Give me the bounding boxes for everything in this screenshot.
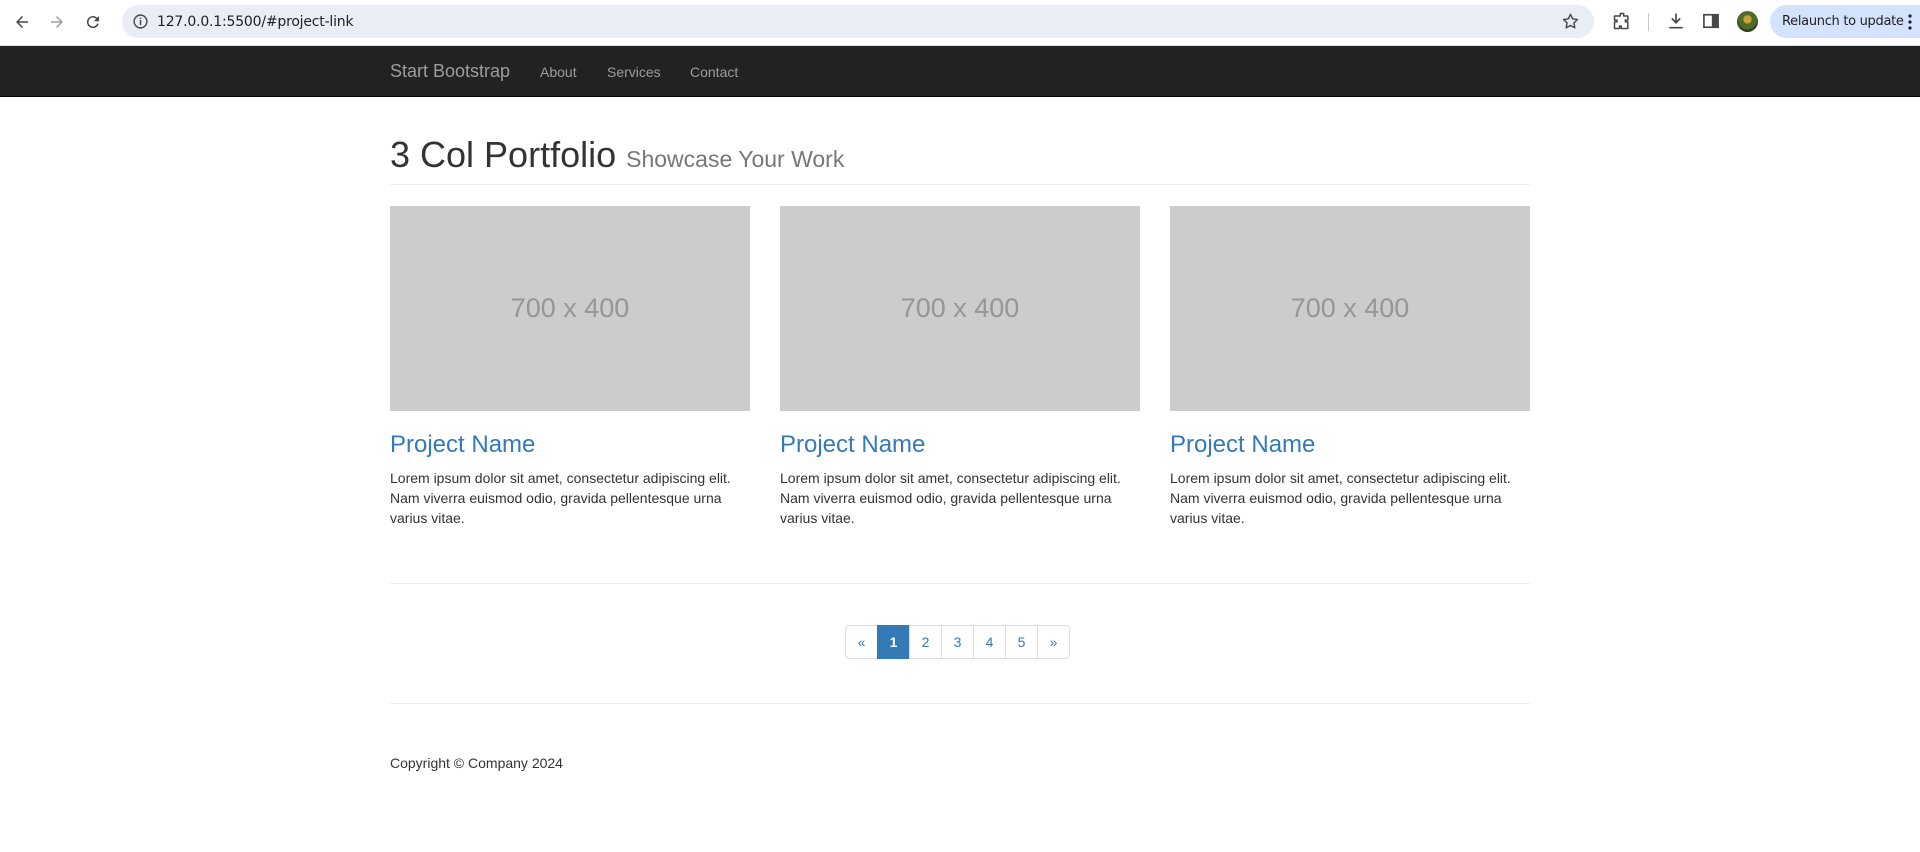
site-info-icon[interactable] (132, 13, 149, 30)
project-card: 700 x 400 Project Name Lorem ipsum dolor… (780, 206, 1140, 528)
section-divider (390, 583, 1530, 584)
pagination-prev[interactable]: « (845, 625, 878, 659)
navbar-brand[interactable]: Start Bootstrap (390, 61, 510, 82)
pagination-page-1[interactable]: 1 (877, 625, 910, 659)
project-description: Lorem ipsum dolor sit amet, consectetur … (390, 470, 731, 526)
project-image[interactable]: 700 x 400 (780, 206, 1140, 411)
address-bar[interactable]: 127.0.0.1:5500/#project-link (122, 5, 1594, 38)
project-card: 700 x 400 Project Name Lorem ipsum dolor… (1170, 206, 1530, 528)
project-title: Project Name (390, 431, 750, 459)
pagination-page-4[interactable]: 4 (973, 625, 1006, 659)
pagination-page-2[interactable]: 2 (909, 625, 942, 659)
page-header: 3 Col Portfolio Showcase Your Work (390, 135, 1530, 185)
image-size-label: 700 x 400 (1290, 293, 1410, 323)
reload-icon[interactable] (80, 9, 106, 35)
project-description: Lorem ipsum dolor sit amet, consectetur … (1170, 470, 1511, 526)
project-image[interactable]: 700 x 400 (390, 206, 750, 411)
site-navbar: Start Bootstrap About Services Contact (0, 46, 1920, 97)
download-icon[interactable] (1666, 11, 1686, 31)
nav-link-about[interactable]: About (540, 64, 577, 80)
profile-avatar[interactable] (1737, 11, 1758, 32)
project-description: Lorem ipsum dolor sit amet, consectetur … (780, 470, 1121, 526)
page-title-text: 3 Col Portfolio (390, 134, 617, 175)
side-panel-icon[interactable] (1701, 11, 1721, 31)
page-title: 3 Col Portfolio Showcase Your Work (390, 135, 1530, 179)
pagination-page-5[interactable]: 5 (1005, 625, 1038, 659)
extensions-icon[interactable] (1612, 11, 1632, 31)
forward-icon[interactable] (44, 9, 70, 35)
project-card: 700 x 400 Project Name Lorem ipsum dolor… (390, 206, 750, 528)
footer-copyright: Copyright © Company 2024 (390, 755, 563, 771)
relaunch-button[interactable]: Relaunch to update (1770, 5, 1920, 38)
browser-toolbar: 127.0.0.1:5500/#project-link Relaunch to… (0, 0, 1920, 46)
url-text[interactable]: 127.0.0.1:5500/#project-link (157, 14, 354, 30)
pagination-next[interactable]: » (1037, 625, 1070, 659)
pagination: « 1 2 3 4 5 » (845, 625, 1070, 659)
pagination-page-3[interactable]: 3 (941, 625, 974, 659)
toolbar-divider (1648, 13, 1649, 31)
nav-link-services[interactable]: Services (607, 64, 661, 80)
project-title-link[interactable]: Project Name (1170, 431, 1315, 458)
project-image[interactable]: 700 x 400 (1170, 206, 1530, 411)
footer-divider (390, 703, 1530, 704)
relaunch-label: Relaunch to update (1782, 14, 1904, 29)
page-subtitle: Showcase Your Work (626, 146, 845, 172)
back-icon[interactable] (9, 9, 35, 35)
project-title: Project Name (1170, 431, 1530, 459)
menu-kebab-icon[interactable] (1908, 14, 1912, 30)
project-title-link[interactable]: Project Name (780, 431, 925, 458)
nav-link-contact[interactable]: Contact (690, 64, 738, 80)
project-title: Project Name (780, 431, 1140, 459)
bookmark-star-icon[interactable] (1561, 12, 1580, 31)
image-size-label: 700 x 400 (510, 293, 630, 323)
project-title-link[interactable]: Project Name (390, 431, 535, 458)
image-size-label: 700 x 400 (900, 293, 1020, 323)
